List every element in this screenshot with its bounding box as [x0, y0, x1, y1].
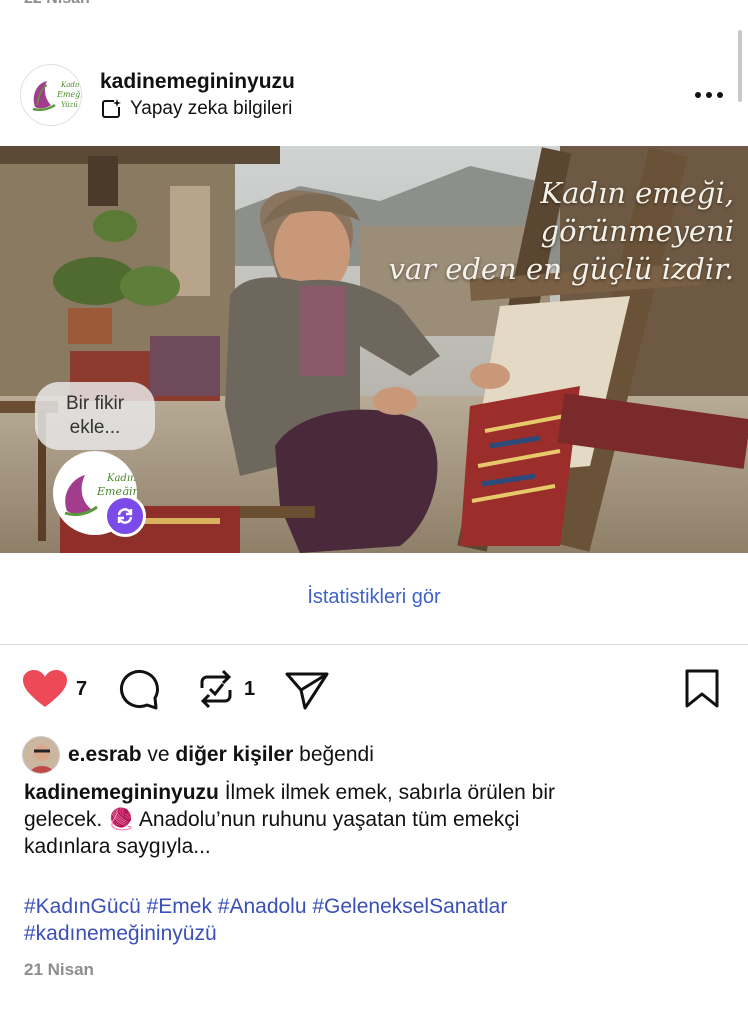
- svg-text:Emeğin: Emeğin: [56, 90, 82, 99]
- liker-username[interactable]: e.esrab: [68, 743, 142, 766]
- heart-filled-icon: [23, 670, 67, 707]
- svg-text:Kadın: Kadın: [60, 81, 82, 89]
- likes-others[interactable]: diğer kişiler: [175, 743, 293, 766]
- more-options-button[interactable]: [694, 80, 724, 100]
- bookmark-icon: [685, 669, 719, 708]
- image-quote: Kadın emeği, görünmeyeni var eden en güç…: [354, 174, 734, 288]
- brand-logo-icon: Kadın Emeğin Yüzü: [32, 81, 82, 112]
- refresh-icon: [117, 508, 133, 524]
- caption-line2-b: Anadolu’nun ruhunu yaşatan tüm emekçi: [134, 808, 520, 831]
- more-horizontal-icon: [695, 92, 723, 98]
- post-date: 21 Nisan: [24, 960, 94, 979]
- refresh-button[interactable]: [104, 495, 146, 537]
- yarn-emoji: 🧶: [108, 808, 135, 831]
- view-insights-link[interactable]: İstatistikleri gör: [0, 586, 748, 609]
- add-comment-bubble[interactable]: Bir fikir ekle...: [35, 382, 155, 450]
- caption-author[interactable]: kadinemegininyuzu: [24, 781, 219, 804]
- share-action[interactable]: [284, 666, 330, 712]
- ai-info[interactable]: Yapay zeka bilgileri: [100, 98, 292, 120]
- comment-icon: [119, 669, 159, 710]
- liker-avatar[interactable]: [22, 736, 60, 774]
- ai-info-label: Yapay zeka bilgileri: [130, 98, 293, 119]
- like-action[interactable]: 7: [22, 666, 87, 712]
- ai-sparkle-icon: [100, 98, 122, 120]
- image-quote-line1: Kadın emeği, görünmeyeni: [540, 176, 734, 248]
- svg-text:Kadın: Kadın: [106, 473, 136, 484]
- comment-action[interactable]: [118, 666, 160, 712]
- image-quote-line2: var eden en güçlü izdir.: [388, 252, 734, 286]
- post-caption: kadinemegininyuzu İlmek ilmek emek, sabı…: [24, 779, 724, 860]
- caption-line3: kadınlara saygıyla...: [24, 835, 211, 858]
- add-comment-line1: Bir fikir: [65, 393, 125, 414]
- caption-line1: İlmek ilmek emek, sabırla örülen bir: [218, 781, 555, 804]
- repost-icon: [200, 669, 232, 709]
- add-comment-line2: ekle...: [69, 417, 121, 438]
- previous-post-date: 22 Nisan: [24, 0, 90, 8]
- likes-connector: ve: [141, 743, 176, 766]
- divider: [0, 644, 748, 645]
- post-actions: 7 1: [0, 666, 748, 716]
- repost-action[interactable]: 1: [196, 666, 255, 712]
- svg-text:Yüzü: Yüzü: [61, 101, 78, 109]
- send-icon: [285, 672, 329, 710]
- post-header: Kadın Emeğin Yüzü kadinemegininyuzu Yapa…: [0, 62, 748, 128]
- post-hashtags: #KadınGücü #Emek #Anadolu #GelenekselSan…: [24, 893, 724, 947]
- post-username[interactable]: kadinemegininyuzu: [100, 70, 295, 94]
- save-action[interactable]: [684, 666, 720, 712]
- like-count[interactable]: 7: [76, 678, 87, 701]
- hashtags-line2[interactable]: #kadınemeğininyüzü: [24, 920, 724, 947]
- post-image[interactable]: Kadın emeği, görünmeyeni var eden en güç…: [0, 146, 748, 553]
- caption-line2-a: gelecek.: [24, 808, 109, 831]
- profile-avatar[interactable]: Kadın Emeğin Yüzü: [20, 64, 82, 126]
- liked-by-row[interactable]: e.esrab ve diğer kişiler beğendi: [22, 736, 374, 774]
- hashtags-line1[interactable]: #KadınGücü #Emek #Anadolu #GelenekselSan…: [24, 893, 724, 920]
- repost-count[interactable]: 1: [244, 678, 255, 701]
- liker-photo: [23, 737, 59, 773]
- likes-suffix: beğendi: [293, 743, 374, 766]
